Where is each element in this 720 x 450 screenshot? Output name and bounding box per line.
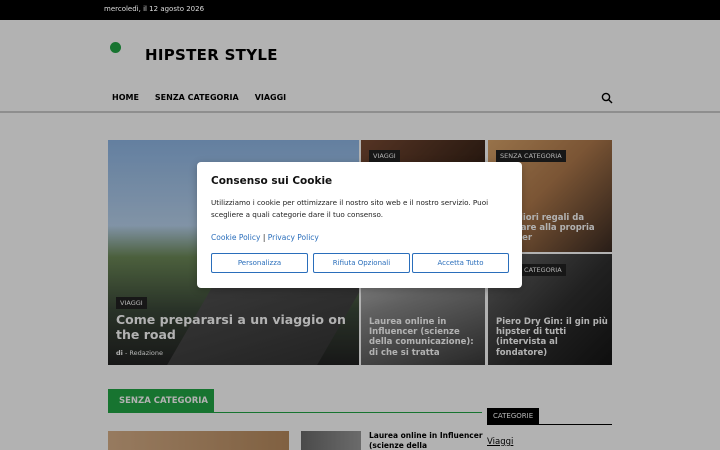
cookie-policy-link[interactable]: Cookie Policy bbox=[211, 233, 260, 242]
reject-optional-button[interactable]: Rifiuta Opzionali bbox=[313, 253, 410, 273]
cookie-consent-dialog: Consenso sui Cookie Utilizziamo i cookie… bbox=[197, 162, 522, 288]
top-bar: mercoledì, il 12 agosto 2026 bbox=[0, 0, 720, 20]
current-date: mercoledì, il 12 agosto 2026 bbox=[104, 5, 205, 13]
cookie-links: Cookie Policy | Privacy Policy bbox=[211, 233, 319, 242]
link-separator: | bbox=[262, 233, 266, 242]
privacy-policy-link[interactable]: Privacy Policy bbox=[268, 233, 319, 242]
accept-all-button[interactable]: Accetta Tutto bbox=[412, 253, 509, 273]
cookie-title: Consenso sui Cookie bbox=[211, 175, 333, 187]
cookie-message: Utilizziamo i cookie per ottimizzare il … bbox=[211, 198, 489, 219]
customize-button[interactable]: Personalizza bbox=[211, 253, 308, 273]
